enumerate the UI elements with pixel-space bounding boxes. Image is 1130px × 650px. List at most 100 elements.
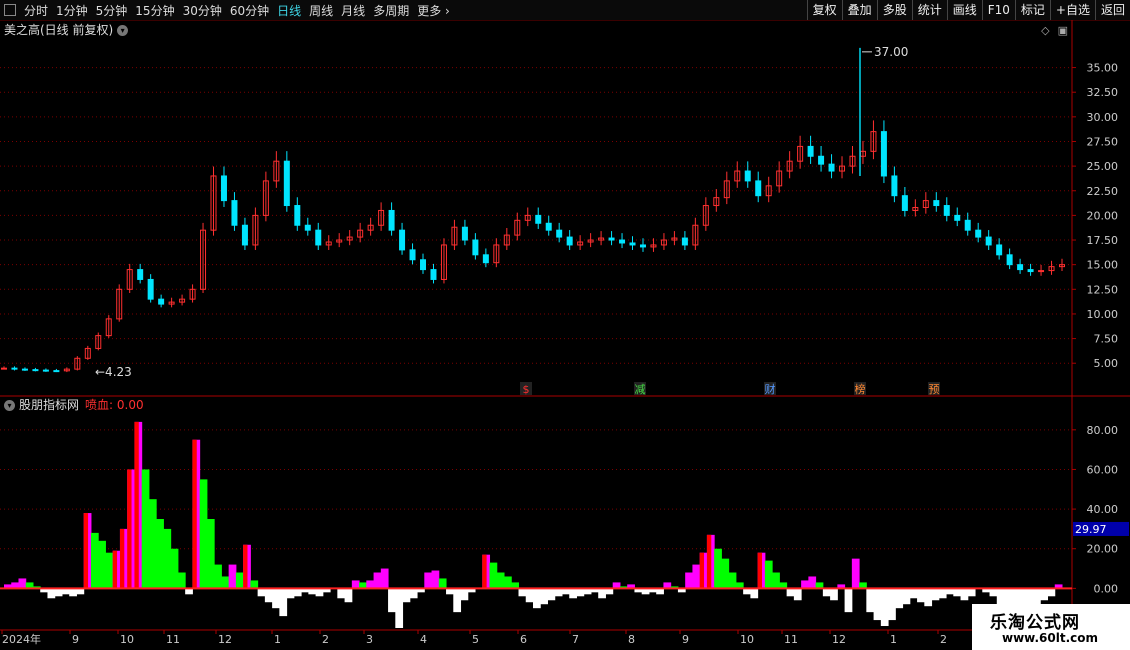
price-tick-label: 15.00 xyxy=(1087,259,1119,272)
indicator-bar xyxy=(380,568,389,589)
indicator-bar-negative xyxy=(286,588,295,599)
indicator-bar-red xyxy=(482,554,487,589)
candle-body xyxy=(954,214,961,221)
price-tick-label: 25.00 xyxy=(1087,160,1119,173)
candle-body xyxy=(1027,269,1034,273)
indicator-bar-negative xyxy=(786,588,795,597)
indicator-bar-negative xyxy=(344,588,353,603)
x-axis-label: 1 xyxy=(890,633,897,646)
candle-body xyxy=(147,278,154,300)
indicator-bar-negative xyxy=(888,588,896,621)
price-tick-label: 10.00 xyxy=(1087,308,1119,321)
candle-body xyxy=(32,369,39,372)
candle-body xyxy=(996,244,1003,256)
indicator-bar xyxy=(163,528,172,589)
indicator-bar-red xyxy=(192,439,197,589)
indicator-bar-negative xyxy=(69,588,77,597)
x-axis-label: 5 xyxy=(472,633,479,646)
indicator-bar xyxy=(685,572,693,589)
indicator-bar xyxy=(141,469,150,589)
candle-body xyxy=(1017,264,1024,271)
indicator-bar-negative xyxy=(525,588,534,603)
indicator-bar-negative xyxy=(315,588,324,597)
indicator-bar-negative xyxy=(402,588,411,603)
candle-body xyxy=(1,367,7,370)
indicator-tick-label: 40.00 xyxy=(1087,503,1119,516)
indicator-bar-negative xyxy=(337,588,346,599)
candle-body xyxy=(880,131,887,177)
indicator-bar xyxy=(801,580,809,589)
indicator-bar-negative xyxy=(533,588,541,609)
indicator-bar-red xyxy=(243,544,248,589)
indicator-bar xyxy=(424,572,433,589)
indicator-bar xyxy=(90,532,99,589)
price-tick-label: 5.00 xyxy=(1094,357,1119,370)
price-tick-label: 30.00 xyxy=(1087,111,1119,124)
candle-body xyxy=(807,145,814,157)
indicator-bar-red xyxy=(112,550,118,589)
indicator-bar-negative xyxy=(750,588,759,599)
indicator-bar-negative xyxy=(598,588,606,599)
indicator-bar-negative xyxy=(924,588,933,607)
indicator-bar xyxy=(489,562,498,589)
indicator-bar xyxy=(105,552,114,589)
price-tick-label: 32.50 xyxy=(1087,86,1119,99)
indicator-bar xyxy=(851,558,860,589)
candle-body xyxy=(1006,254,1013,266)
candle-body xyxy=(137,269,144,280)
price-tick-label: 22.50 xyxy=(1087,185,1119,198)
indicator-bar-negative xyxy=(460,588,469,601)
indicator-bar-negative xyxy=(279,588,288,617)
indicator-bar-red xyxy=(83,513,89,589)
indicator-bar-negative xyxy=(47,588,56,599)
indicator-bar-red xyxy=(119,528,125,589)
indicator-bar-red xyxy=(134,421,139,589)
indicator-bar-negative xyxy=(547,588,556,601)
indicator-bar-negative xyxy=(453,588,462,613)
indicator-bar-negative xyxy=(989,588,998,597)
candle-body xyxy=(891,175,898,197)
candle-body xyxy=(304,224,311,231)
candle-body xyxy=(545,222,552,231)
x-axis-label: 9 xyxy=(72,633,79,646)
candle-body xyxy=(42,369,49,372)
candle-body xyxy=(315,229,322,246)
x-axis-label: 1 xyxy=(274,633,281,646)
indicator-bar xyxy=(199,479,208,589)
indicator-bar-negative xyxy=(931,588,940,601)
candle-body xyxy=(975,229,982,238)
indicator-bar-negative xyxy=(880,588,889,627)
indicator-tick-label: 20.00 xyxy=(1087,543,1119,556)
right-info-strip xyxy=(1118,22,1130,630)
candle-body xyxy=(629,242,636,246)
candle-body xyxy=(1038,270,1045,273)
indicator-bar-negative xyxy=(895,588,904,609)
price-tick-label: 12.50 xyxy=(1087,283,1119,296)
candle-body xyxy=(556,229,563,238)
current-value-label: 29.97 xyxy=(1075,523,1107,536)
candle-body xyxy=(430,269,437,280)
x-axis-label: 7 xyxy=(572,633,579,646)
indicator-bar xyxy=(18,578,27,589)
indicator-bar xyxy=(438,578,447,589)
candle-body xyxy=(283,160,290,207)
price-tick-label: 17.50 xyxy=(1087,234,1119,247)
candle-body xyxy=(294,205,301,226)
x-axis-label: 6 xyxy=(520,633,527,646)
candle-body xyxy=(158,298,165,305)
x-axis-label: 2 xyxy=(940,633,947,646)
indicator-bar-negative xyxy=(960,588,969,601)
indicator-bar xyxy=(250,580,259,589)
event-marker-4: 预 xyxy=(929,383,940,396)
candle-body xyxy=(933,200,940,207)
x-axis-label: 12 xyxy=(832,633,846,646)
indicator-bar-negative xyxy=(953,588,962,597)
candle-body xyxy=(11,367,18,370)
indicator-bar-negative xyxy=(938,588,947,599)
indicator-bar xyxy=(351,580,360,589)
indicator-bar-negative xyxy=(264,588,273,603)
x-axis-label: 8 xyxy=(628,633,635,646)
indicator-bar-negative xyxy=(388,588,396,613)
indicator-bar xyxy=(214,564,222,589)
candle-body xyxy=(220,175,227,202)
